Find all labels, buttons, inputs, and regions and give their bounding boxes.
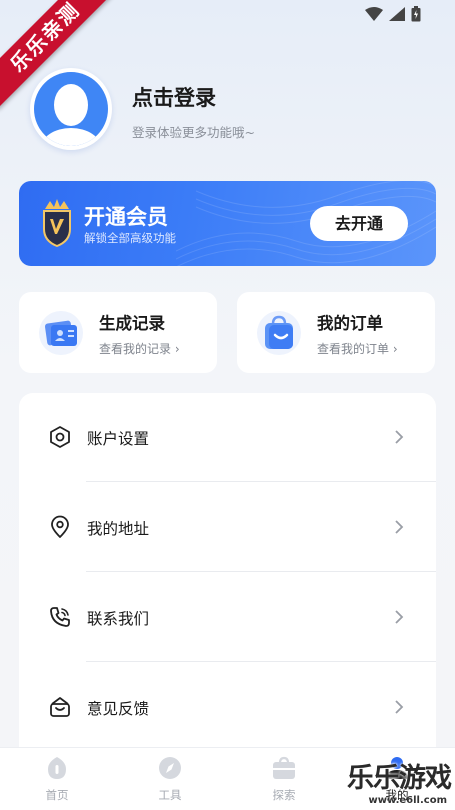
phone-icon — [50, 607, 70, 627]
generation-records-card[interactable]: 生成记录 查看我的记录 › — [19, 292, 217, 373]
chevron-right-icon — [395, 520, 404, 534]
quick-card-title: 生成记录 — [99, 314, 165, 333]
chevron-right-icon — [395, 430, 404, 444]
menu-item-label: 账户设置 — [87, 430, 150, 448]
avatar[interactable] — [30, 68, 112, 150]
login-title[interactable]: 点击登录 — [132, 82, 216, 112]
bag-icon — [273, 756, 295, 779]
tab-explore[interactable]: 探索 — [244, 756, 324, 803]
battery-icon — [411, 6, 421, 22]
tab-home[interactable]: 首页 — [17, 756, 97, 803]
record-card-icon — [39, 311, 83, 355]
signal-icon — [389, 7, 405, 21]
settings-hex-icon — [50, 426, 70, 448]
menu-item-label: 意见反馈 — [87, 700, 150, 718]
menu-item-label: 我的地址 — [87, 520, 150, 538]
tab-label: 首页 — [45, 788, 69, 802]
quick-card-title: 我的订单 — [317, 314, 383, 333]
watermark: 乐乐游戏 www.e6ll.com — [341, 756, 453, 808]
quick-card-link[interactable]: 查看我的记录 › — [99, 340, 180, 357]
vip-subtitle: 解锁全部高级功能 — [84, 231, 176, 245]
vip-banner[interactable]: 开通会员 解锁全部高级功能 去开通 — [19, 181, 436, 266]
menu-item-contact-us[interactable]: 联系我们 — [19, 573, 436, 663]
tab-label: 探索 — [272, 788, 296, 802]
menu-item-account-settings[interactable]: 账户设置 — [19, 393, 436, 483]
chevron-right-icon — [395, 610, 404, 624]
tab-label: 工具 — [158, 788, 182, 802]
feedback-mail-icon — [50, 697, 70, 717]
my-orders-card[interactable]: 我的订单 查看我的订单 › — [237, 292, 435, 373]
menu-item-label: 联系我们 — [87, 610, 150, 628]
tab-tools[interactable]: 工具 — [130, 756, 210, 803]
vip-crown-icon — [43, 199, 71, 247]
quick-card-link[interactable]: 查看我的订单 › — [317, 340, 398, 357]
watermark-text: 乐乐游戏 — [347, 763, 452, 794]
divider — [86, 481, 436, 482]
activate-vip-button[interactable]: 去开通 — [310, 206, 408, 241]
compass-icon — [159, 757, 181, 779]
divider — [86, 661, 436, 662]
settings-menu: 账户设置 我的地址 联系我们 意见反馈 — [19, 393, 436, 773]
location-pin-icon — [51, 515, 69, 538]
chevron-right-icon — [395, 700, 404, 714]
menu-item-my-address[interactable]: 我的地址 — [19, 483, 436, 573]
watermark-url: www.e6ll.com — [368, 795, 448, 806]
wifi-icon — [365, 7, 383, 21]
divider — [86, 571, 436, 572]
home-icon — [48, 757, 66, 779]
shopping-bag-icon — [257, 311, 301, 355]
vip-title: 开通会员 — [84, 205, 168, 229]
profile-section[interactable]: 点击登录 登录体验更多功能哦~ — [30, 68, 435, 158]
status-icons — [365, 6, 421, 22]
menu-item-feedback[interactable]: 意见反馈 — [19, 663, 436, 753]
default-avatar-icon — [34, 72, 108, 146]
login-subtitle: 登录体验更多功能哦~ — [132, 125, 255, 140]
